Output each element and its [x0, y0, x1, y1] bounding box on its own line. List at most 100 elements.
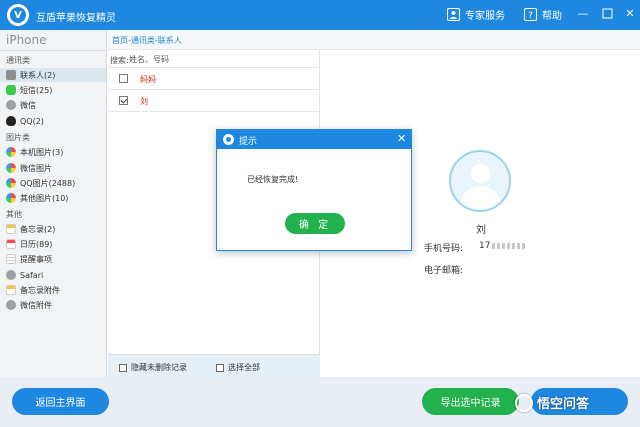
select-all-label: 选择全部 [228, 363, 260, 372]
qq-icon [6, 116, 16, 126]
phone-value: 17 [479, 241, 527, 251]
sidebar-item-qq-photos[interactable]: QQ图片(2488) [6, 176, 106, 190]
help-icon: ? [524, 8, 537, 21]
wechat-attachment-icon [6, 300, 16, 310]
sms-icon [6, 85, 16, 95]
close-icon[interactable]: ✕ [624, 8, 636, 20]
expert-service-label: 专家服务 [465, 11, 505, 22]
search-row: 搜索: [108, 50, 320, 68]
contacts-icon [6, 70, 16, 80]
title-bar: V 互盾苹果恢复精灵 专家服务 ? 帮助 — ✕ [0, 0, 640, 30]
table-row[interactable]: 刘 [108, 90, 320, 112]
dialog-close-icon[interactable]: ✕ [397, 133, 406, 145]
sidebar-item-reminders[interactable]: 提醒事项 [6, 252, 106, 266]
sidebar-item-label: QQ图片(2488) [20, 178, 76, 188]
wechat-icon [6, 100, 16, 110]
contact-name: 刘 [140, 97, 148, 106]
wechat-photos-icon [6, 163, 16, 173]
app-title: 互盾苹果恢复精灵 [36, 13, 116, 24]
back-home-button[interactable]: 返回主界面 [12, 388, 109, 415]
info-icon [223, 134, 234, 145]
sidebar-item-label: 本机图片(3) [20, 147, 64, 157]
phone-label: 手机号码: [424, 244, 464, 254]
alert-dialog: 提示 ✕ 已经恢复完成! 确 定 [216, 129, 412, 251]
redacted-mask [492, 242, 527, 249]
avatar-body [460, 186, 501, 210]
sidebar-item-label: 其他图片(10) [20, 193, 69, 203]
sidebar-item-photos[interactable]: 本机图片(3) [6, 145, 106, 159]
avatar-head [471, 164, 490, 183]
sidebar-item-wechat[interactable]: 微信 [6, 98, 106, 112]
sidebar-item-label: 短信(25) [20, 85, 53, 95]
hide-deleted-checkbox[interactable] [119, 363, 127, 372]
sidebar-item-wechat-attachment[interactable]: 微信附件 [6, 298, 106, 312]
sidebar-item-label: 微信附件 [20, 300, 52, 310]
sidebar-item-label: 提醒事项 [20, 254, 52, 264]
sidebar-group-other: 其他 [6, 210, 22, 219]
email-label: 电子邮箱: [424, 266, 464, 276]
search-label: 搜索: [110, 56, 129, 65]
logo-letter: V [10, 7, 26, 23]
sidebar-group-images: 图片类 [6, 133, 30, 142]
sidebar-item-other-photos[interactable]: 其他图片(10) [6, 191, 106, 205]
select-all-option[interactable]: 选择全部 [216, 362, 260, 373]
other-photos-icon [6, 193, 16, 203]
dialog-title: 提示 [239, 137, 258, 147]
svg-text:?: ? [528, 11, 533, 21]
detail-name: 刘 [476, 225, 486, 236]
table-row[interactable]: 妈妈 [108, 68, 320, 90]
safari-icon [6, 270, 16, 280]
sidebar-item-label: 备忘录附件 [20, 285, 60, 295]
sidebar-item-label: 联系人(2) [20, 70, 56, 80]
maximize-icon[interactable] [601, 8, 613, 20]
sidebar-item-sms[interactable]: 短信(25) [6, 83, 106, 97]
watermark-logo-icon [515, 393, 533, 412]
qq-photos-icon [6, 178, 16, 188]
dialog-message: 已经恢复完成! [247, 175, 299, 184]
sidebar-item-wechat-photos[interactable]: 微信图片 [6, 161, 106, 175]
list-footer: 隐藏未删除记录 选择全部 [108, 354, 320, 377]
minimize-icon[interactable]: — [577, 8, 589, 20]
calendar-icon [6, 239, 16, 249]
app-logo-icon: V [7, 4, 29, 26]
sidebar: iPhone 通讯类 联系人(2) 短信(25) 微信 QQ(2) 图片类 本机… [0, 30, 107, 377]
help-button[interactable]: ? 帮助 [524, 7, 562, 22]
expert-service-icon [447, 8, 460, 21]
sidebar-item-label: 微信图片 [20, 163, 52, 173]
sidebar-item-label: QQ(2) [20, 116, 44, 126]
select-all-checkbox[interactable] [216, 363, 224, 372]
row-checkbox[interactable] [119, 74, 128, 83]
export-selected-button[interactable]: 导出选中记录 [422, 388, 519, 415]
search-input[interactable] [129, 54, 309, 64]
breadcrumb[interactable]: 首页-通讯类-联系人 [112, 35, 182, 46]
avatar [449, 150, 511, 212]
watermark-text: 悟空问答 [537, 397, 590, 412]
sidebar-item-label: 日历(89) [20, 239, 53, 249]
photos-icon [6, 147, 16, 157]
sidebar-item-calendar[interactable]: 日历(89) [6, 237, 106, 251]
contact-name: 妈妈 [140, 75, 156, 84]
sidebar-item-qq[interactable]: QQ(2) [6, 114, 106, 128]
help-label: 帮助 [542, 11, 562, 22]
reminders-icon [6, 254, 16, 264]
sidebar-item-label: 微信 [20, 100, 36, 110]
dialog-header: 提示 ✕ [217, 130, 411, 149]
sidebar-group-communication: 通讯类 [6, 56, 30, 65]
watermark: 悟空问答 [515, 393, 589, 412]
sidebar-item-safari[interactable]: Safari [6, 268, 106, 282]
notes-attachment-icon [6, 285, 16, 295]
sidebar-item-label: Safari [20, 270, 44, 280]
hide-deleted-label: 隐藏未删除记录 [131, 363, 187, 372]
expert-service-button[interactable]: 专家服务 [447, 7, 505, 22]
row-checkbox[interactable] [119, 96, 128, 105]
breadcrumb-bar: 首页-通讯类-联系人 [108, 30, 640, 50]
hide-deleted-option[interactable]: 隐藏未删除记录 [119, 362, 187, 373]
ok-button[interactable]: 确 定 [285, 213, 345, 234]
sidebar-item-notes-attachment[interactable]: 备忘录附件 [6, 283, 106, 297]
sidebar-item-contacts[interactable]: 联系人(2) [0, 68, 106, 82]
notes-icon [6, 224, 16, 234]
sidebar-divider [0, 50, 107, 51]
sidebar-item-notes[interactable]: 备忘录(2) [6, 222, 106, 236]
phone-value-text: 17 [479, 241, 491, 251]
sidebar-item-label: 备忘录(2) [20, 224, 56, 234]
